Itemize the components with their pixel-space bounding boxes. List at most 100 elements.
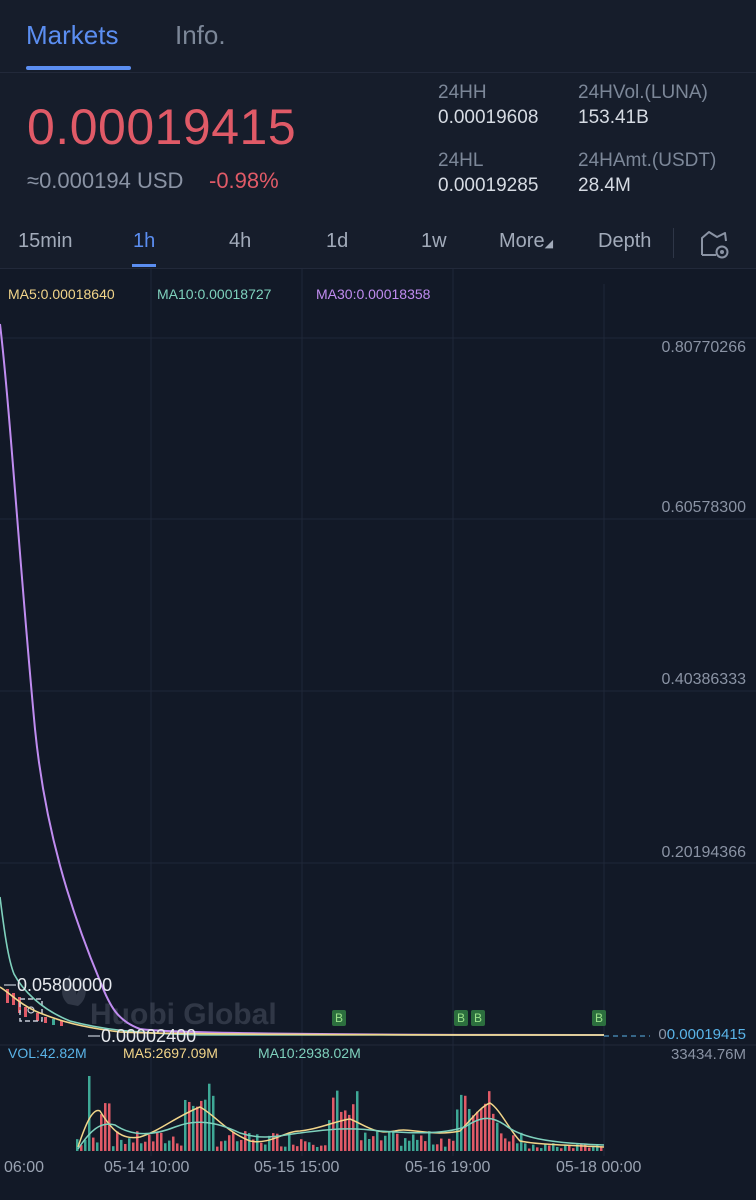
volume-bar xyxy=(444,1146,447,1151)
price-axis-label: 0.40386333 xyxy=(661,671,746,688)
volume-bar xyxy=(556,1146,559,1151)
volume-bar xyxy=(312,1144,315,1151)
period-15min[interactable]: 15min xyxy=(18,230,72,253)
volume-bar xyxy=(528,1148,531,1151)
volume-bar xyxy=(364,1132,367,1151)
volume-bar xyxy=(308,1142,311,1151)
buy-marker: B xyxy=(457,1011,466,1025)
volume-bar xyxy=(436,1144,439,1151)
period-active-indicator xyxy=(132,264,156,267)
volume-24h-value: 153.41B xyxy=(578,107,649,128)
volume-bar xyxy=(304,1141,307,1151)
volume-bar xyxy=(232,1131,235,1151)
volume-bar xyxy=(352,1104,355,1151)
volume-bar xyxy=(188,1101,191,1151)
volume-bar xyxy=(168,1140,171,1151)
volume-bar xyxy=(468,1108,471,1151)
volume-bar xyxy=(580,1143,583,1151)
volume-bar xyxy=(456,1109,459,1151)
tab-info[interactable]: Info. xyxy=(175,20,226,51)
buy-markers xyxy=(332,1010,606,1026)
volume-bar xyxy=(220,1141,223,1151)
volume-bar xyxy=(176,1143,179,1151)
volume-bar xyxy=(240,1139,243,1151)
last-price: 0.00019415 xyxy=(27,99,297,155)
volume-bar xyxy=(108,1103,111,1151)
high-24h-label: 24HH xyxy=(438,82,487,103)
volume-bar xyxy=(428,1131,431,1151)
volume-bar xyxy=(408,1140,411,1151)
volume-bar xyxy=(160,1132,163,1151)
volume-bar xyxy=(500,1133,503,1151)
volume-bar xyxy=(320,1145,323,1151)
buy-marker: B xyxy=(474,1011,483,1025)
volume-bar xyxy=(136,1131,139,1151)
low-annotation: 0.00002400 xyxy=(101,1026,197,1046)
volume-bar xyxy=(228,1135,231,1151)
period-1w[interactable]: 1w xyxy=(421,230,447,253)
vol-ma5-legend: MA5:2697.09M xyxy=(123,1045,218,1061)
volume-bar xyxy=(488,1091,491,1151)
volume-bar xyxy=(152,1141,155,1151)
volume-bar xyxy=(140,1143,143,1151)
volume-bar xyxy=(184,1099,187,1151)
price-axis-label: 0.60578300 xyxy=(661,499,746,516)
volume-bar xyxy=(484,1103,487,1151)
volume-bar xyxy=(432,1144,435,1151)
low-24h-label: 24HL xyxy=(438,150,484,171)
volume-24h-label: 24HVol.(LUNA) xyxy=(578,82,708,103)
volume-bar xyxy=(424,1141,427,1151)
time-axis-label: 05-15 15:00 xyxy=(254,1159,340,1176)
price-axis-label: 0.20194366 xyxy=(661,844,746,861)
depth-tab[interactable]: Depth xyxy=(598,230,651,253)
period-1h[interactable]: 1h xyxy=(133,230,155,253)
volume-bar xyxy=(92,1137,95,1151)
volume-bar xyxy=(84,1139,87,1151)
volume-bar xyxy=(112,1146,115,1151)
period-1d[interactable]: 1d xyxy=(326,230,348,253)
volume-bar xyxy=(392,1131,395,1151)
tab-markets[interactable]: Markets xyxy=(26,20,118,51)
volume-bar xyxy=(388,1132,391,1151)
volume-bar xyxy=(204,1099,207,1151)
tab-active-indicator xyxy=(26,66,131,70)
time-axis-label: 05-14 10:00 xyxy=(104,1159,190,1176)
caret-down-icon: ◢ xyxy=(544,238,554,250)
volume-bar xyxy=(536,1147,539,1151)
volume-bar xyxy=(396,1133,399,1151)
volume-bar xyxy=(196,1106,199,1151)
last-price-label: 00.00019415 xyxy=(658,1026,746,1043)
volume-bar xyxy=(264,1144,267,1151)
market-tabs: Markets Info. xyxy=(0,0,756,72)
period-4h[interactable]: 4h xyxy=(229,230,251,253)
volume-bar xyxy=(348,1114,351,1151)
volume-bar xyxy=(144,1141,147,1151)
volume-bar xyxy=(300,1139,303,1151)
high-24h-value: 0.00019608 xyxy=(438,107,539,128)
volume-bar xyxy=(412,1134,415,1151)
chart-settings-icon[interactable] xyxy=(698,228,732,260)
vol-ma10-legend: MA10:2938.02M xyxy=(258,1045,361,1061)
volume-bar xyxy=(132,1142,135,1151)
volume-bar xyxy=(156,1132,159,1151)
volume-bar xyxy=(344,1110,347,1151)
volume-bar xyxy=(316,1146,319,1151)
volume-bar xyxy=(496,1122,499,1151)
price-axis-label: 0.80770266 xyxy=(661,339,746,356)
amount-24h-label: 24HAmt.(USDT) xyxy=(578,150,717,171)
more-label: More xyxy=(499,230,545,252)
time-axis: 06:00 05-14 10:00 05-15 15:00 05-16 19:0… xyxy=(0,1156,756,1200)
period-more[interactable]: More◢ xyxy=(499,230,553,253)
volume-bar xyxy=(452,1140,455,1151)
volume-bar xyxy=(368,1139,371,1151)
price-change-percent: -0.98% xyxy=(209,168,279,193)
volume-bar xyxy=(544,1144,547,1151)
period-selector: 15min 1h 4h 1d 1w More◢ Depth xyxy=(0,222,756,268)
volume-bar xyxy=(460,1094,463,1151)
kline-chart[interactable]: Huobi Global MA5:0.00018640 MA10:0.00018… xyxy=(0,269,756,1156)
volume-bar xyxy=(192,1105,195,1151)
volume-bar xyxy=(508,1141,511,1151)
ma30-legend: MA30:0.00018358 xyxy=(316,286,431,302)
volume-bar xyxy=(284,1146,287,1151)
vol-legend: VOL:42.82M xyxy=(8,1045,87,1061)
